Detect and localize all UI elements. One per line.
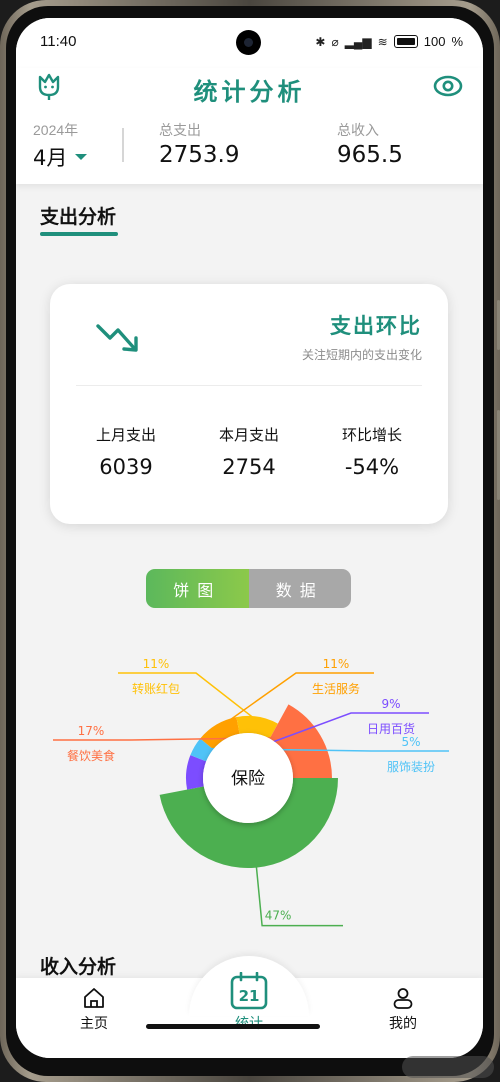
total-expense-value: 2753.9 — [159, 142, 240, 168]
battery-icon — [393, 35, 418, 48]
tab-label: 我的 — [389, 1016, 417, 1032]
caret-down-icon — [75, 154, 88, 160]
status-time: 11:40 — [40, 33, 77, 50]
pie-slice[interactable] — [185, 755, 207, 790]
calendar-badge: 21 — [239, 987, 260, 1005]
user-icon — [393, 988, 413, 1009]
signal-icon: ▂▄▆ — [344, 34, 372, 49]
pie-name-label: 生活服务 — [312, 681, 360, 696]
home-icon — [84, 988, 104, 1008]
pie-percent-label: 47% — [265, 909, 292, 923]
eye-icon[interactable] — [433, 74, 463, 98]
status-icons: ✱ ⌀ ▂▄▆ ≋ 100% — [315, 34, 463, 49]
tab-home[interactable]: 主页 — [44, 986, 144, 1033]
stat-label: 本月支出 — [218, 426, 279, 444]
year-label: 2024年 — [33, 122, 79, 138]
header: 统计分析 2024年 4月 总支出 2753.9 总收入 965.5 — [16, 68, 483, 184]
stat-value: -54% — [344, 455, 400, 479]
expense-pie-chart[interactable]: 47%保险17%餐饮美食11%转账红包11%生活服务9%日用百货5%服饰装扮保险 — [16, 628, 483, 928]
tab-bar: 主页 21 统计 我的 — [16, 956, 483, 1058]
pie-center-label: 保险 — [231, 769, 265, 789]
pie-leader-line — [118, 672, 258, 722]
pie-view-button[interactable]: 饼图 — [146, 569, 249, 608]
pie-percent-label: 17% — [78, 724, 105, 738]
section-underline — [40, 232, 118, 236]
percent-sign-icon: % — [451, 34, 463, 49]
total-income-value: 965.5 — [337, 142, 403, 168]
month-value: 4月 — [33, 146, 68, 170]
page-title: 统计分析 — [193, 78, 306, 106]
total-expense-label: 总支出 — [159, 123, 201, 139]
trend-down-icon — [96, 324, 138, 352]
total-income-label: 总收入 — [337, 123, 379, 139]
stat-label: 环比增长 — [341, 426, 402, 444]
bluetooth-icon: ✱ — [315, 34, 326, 49]
pie-percent-label: 11% — [143, 657, 170, 671]
tab-label: 主页 — [80, 1016, 108, 1032]
data-view-button[interactable]: 数据 — [248, 569, 351, 608]
month-selector[interactable]: 4月 — [33, 142, 88, 172]
tab-me[interactable]: 我的 — [353, 986, 453, 1033]
stat-this-month: 本月支出 2754 — [189, 424, 309, 479]
stat-last-month: 上月支出 6039 — [66, 424, 186, 479]
pie-name-label: 转账红包 — [132, 681, 180, 696]
tab-label: 统计 — [199, 1013, 299, 1033]
stat-growth: 环比增长 -54% — [312, 424, 432, 479]
mute-icon: ⌀ — [331, 34, 339, 49]
calendar-icon: 21 — [230, 972, 268, 1010]
screen: 11:40 ✱ ⌀ ▂▄▆ ≋ 100% 统计分析 2024年 4月 总支出 2… — [16, 18, 483, 1058]
mom-card-subtitle: 关注短期内的支出变化 — [301, 348, 422, 362]
pie-percent-label: 5% — [401, 735, 420, 749]
home-indicator[interactable] — [146, 1024, 320, 1029]
pie-name-label: 餐饮美食 — [67, 748, 115, 763]
divider — [122, 128, 124, 162]
mom-card-title: 支出环比 — [330, 314, 422, 338]
pie-name-label: 日用百货 — [367, 721, 415, 736]
card-divider — [76, 385, 422, 386]
expense-section-title: 支出分析 — [40, 206, 117, 228]
wifi-icon: ≋ — [377, 34, 388, 49]
mom-card: 支出环比 关注短期内的支出变化 上月支出 6039 本月支出 2754 环比增长… — [50, 284, 448, 524]
pie-percent-label: 11% — [323, 657, 350, 671]
pie-name-label: 服饰装扮 — [387, 760, 435, 774]
stat-value: 6039 — [99, 455, 153, 479]
battery-level: 100 — [423, 34, 446, 49]
income-section-title: 收入分析 — [40, 956, 117, 978]
view-toggle: 饼图 数据 — [146, 569, 351, 608]
stat-label: 上月支出 — [95, 426, 156, 444]
pie-percent-label: 9% — [381, 697, 400, 711]
front-camera — [236, 30, 261, 55]
status-bar: 11:40 ✱ ⌀ ▂▄▆ ≋ 100% — [16, 18, 483, 68]
stat-value: 2754 — [222, 455, 276, 479]
watermark — [402, 1056, 494, 1078]
